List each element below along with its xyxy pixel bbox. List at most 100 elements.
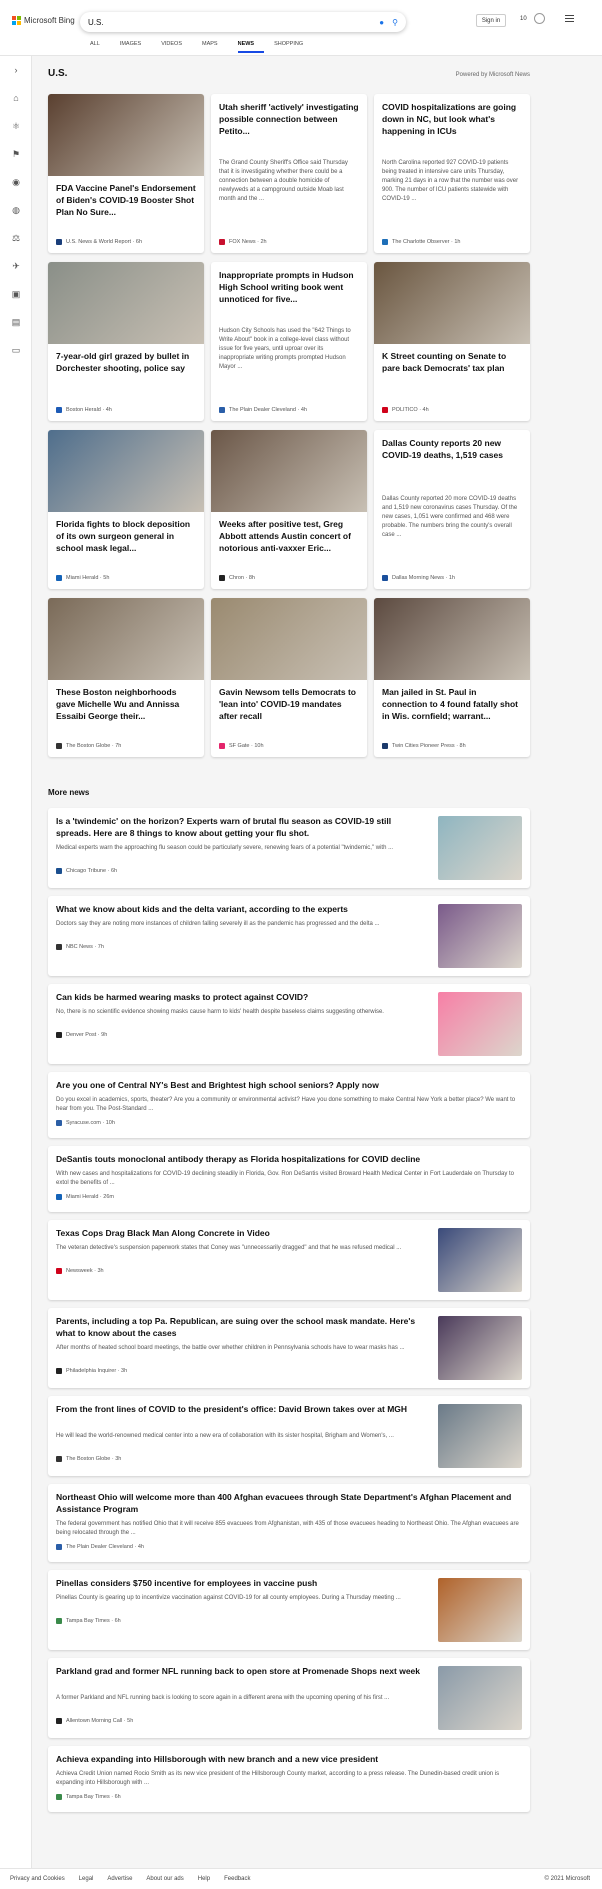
news-card-image[interactable]: [48, 262, 204, 344]
more-news-title[interactable]: What we know about kids and the delta va…: [56, 904, 426, 916]
more-news-title[interactable]: Parkland grad and former NFL running bac…: [56, 1666, 426, 1678]
news-card-title[interactable]: COVID hospitalizations are going down in…: [382, 102, 522, 138]
news-card-source[interactable]: Miami Herald · 5h: [56, 575, 109, 581]
news-card[interactable]: Florida fights to block deposition of it…: [48, 430, 204, 589]
tech-icon[interactable]: ✈: [0, 252, 32, 280]
news-card[interactable]: Weeks after positive test, Greg Abbott a…: [211, 430, 367, 589]
tab-maps[interactable]: MAPS: [202, 41, 228, 53]
more-news-image[interactable]: [438, 1316, 522, 1380]
news-card-image[interactable]: [211, 430, 367, 512]
news-card-source[interactable]: Boston Herald · 4h: [56, 407, 112, 413]
news-card-source[interactable]: POLITICO · 4h: [382, 407, 429, 413]
news-card-source[interactable]: Dallas Morning News · 1h: [382, 575, 455, 581]
news-card-image[interactable]: [48, 430, 204, 512]
search-icon[interactable]: ⚲: [392, 18, 398, 27]
money-icon[interactable]: ▭: [0, 336, 32, 364]
more-news-item[interactable]: Northeast Ohio will welcome more than 40…: [48, 1484, 530, 1562]
tab-all[interactable]: ALL: [90, 41, 110, 53]
tab-videos[interactable]: VIDEOS: [161, 41, 192, 53]
more-news-title[interactable]: Achieva expanding into Hillsborough with…: [56, 1754, 521, 1766]
more-news-image[interactable]: [438, 1666, 522, 1730]
sign-in-button[interactable]: Sign in: [476, 14, 506, 27]
news-card-image[interactable]: [374, 262, 530, 344]
more-news-item[interactable]: Texas Cops Drag Black Man Along Concrete…: [48, 1220, 530, 1300]
search-box[interactable]: U.S. ● ⚲: [80, 12, 406, 32]
news-card-title[interactable]: K Street counting on Senate to pare back…: [382, 351, 522, 375]
more-news-source[interactable]: NBC News · 7h: [56, 944, 104, 950]
footer-link-privacy-and-cookies[interactable]: Privacy and Cookies: [10, 1876, 65, 1882]
more-news-title[interactable]: Is a 'twindemic' on the horizon? Experts…: [56, 816, 426, 840]
search-input[interactable]: U.S.: [88, 18, 371, 27]
menu-icon[interactable]: [565, 15, 574, 24]
more-news-title[interactable]: Are you one of Central NY's Best and Bri…: [56, 1080, 521, 1092]
science-icon[interactable]: ⚛: [0, 112, 32, 140]
more-news-item[interactable]: Is a 'twindemic' on the horizon? Experts…: [48, 808, 530, 888]
news-card-image[interactable]: [48, 94, 204, 176]
rewards-points[interactable]: 10: [520, 16, 527, 22]
tab-news[interactable]: NEWS: [237, 41, 265, 53]
news-card-title[interactable]: Inappropriate prompts in Hudson High Sch…: [219, 270, 359, 306]
more-news-title[interactable]: DeSantis touts monoclonal antibody thera…: [56, 1154, 521, 1166]
news-card-title[interactable]: Dallas County reports 20 new COVID-19 de…: [382, 438, 522, 462]
footer-link-advertise[interactable]: Advertise: [107, 1876, 132, 1882]
more-news-title[interactable]: Northeast Ohio will welcome more than 40…: [56, 1492, 521, 1516]
news-card-title[interactable]: Utah sheriff 'actively' investigating po…: [219, 102, 359, 138]
news-card[interactable]: 7-year-old girl grazed by bullet in Dorc…: [48, 262, 204, 421]
politics-icon[interactable]: ▤: [0, 308, 32, 336]
tab-shopping[interactable]: SHOPPING: [274, 41, 313, 53]
footer-link-feedback[interactable]: Feedback: [224, 1876, 250, 1882]
more-news-image[interactable]: [438, 1578, 522, 1642]
news-card[interactable]: K Street counting on Senate to pare back…: [374, 262, 530, 421]
news-card-source[interactable]: U.S. News & World Report · 6h: [56, 239, 142, 245]
more-news-item[interactable]: Parkland grad and former NFL running bac…: [48, 1658, 530, 1738]
more-news-title[interactable]: Pinellas considers $750 incentive for em…: [56, 1578, 426, 1590]
more-news-image[interactable]: [438, 1404, 522, 1468]
more-news-image[interactable]: [438, 816, 522, 880]
more-news-title[interactable]: Can kids be harmed wearing masks to prot…: [56, 992, 426, 1004]
more-news-item[interactable]: Are you one of Central NY's Best and Bri…: [48, 1072, 530, 1138]
more-news-image[interactable]: [438, 1228, 522, 1292]
more-news-source[interactable]: Miami Herald · 26m: [56, 1194, 114, 1200]
news-card-image[interactable]: [374, 598, 530, 680]
news-card[interactable]: COVID hospitalizations are going down in…: [374, 94, 530, 253]
more-news-title[interactable]: From the front lines of COVID to the pre…: [56, 1404, 426, 1416]
tab-images[interactable]: IMAGES: [120, 41, 151, 53]
expand-icon[interactable]: ›: [0, 56, 32, 84]
news-card-source[interactable]: The Plain Dealer Cleveland · 4h: [219, 407, 307, 413]
more-news-item[interactable]: DeSantis touts monoclonal antibody thera…: [48, 1146, 530, 1212]
more-news-item[interactable]: What we know about kids and the delta va…: [48, 896, 530, 976]
news-card-source[interactable]: The Boston Globe · 7h: [56, 743, 121, 749]
news-card[interactable]: Dallas County reports 20 new COVID-19 de…: [374, 430, 530, 589]
more-news-source[interactable]: Tampa Bay Times · 6h: [56, 1618, 121, 1624]
news-card[interactable]: Gavin Newsom tells Democrats to 'lean in…: [211, 598, 367, 757]
more-news-source[interactable]: The Boston Globe · 3h: [56, 1456, 121, 1462]
home-icon[interactable]: ⌂: [0, 84, 32, 112]
news-card-source[interactable]: SF Gate · 10h: [219, 743, 264, 749]
news-card-title[interactable]: Florida fights to block deposition of it…: [56, 519, 196, 555]
news-card-source[interactable]: Twin Cities Pioneer Press · 8h: [382, 743, 466, 749]
more-news-title[interactable]: Parents, including a top Pa. Republican,…: [56, 1316, 426, 1340]
news-card[interactable]: FDA Vaccine Panel's Endorsement of Biden…: [48, 94, 204, 253]
business-icon[interactable]: ⚖: [0, 224, 32, 252]
news-card-source[interactable]: FOX News · 2h: [219, 239, 267, 245]
more-news-title[interactable]: Texas Cops Drag Black Man Along Concrete…: [56, 1228, 426, 1240]
news-card-title[interactable]: Gavin Newsom tells Democrats to 'lean in…: [219, 687, 359, 723]
more-news-item[interactable]: Achieva expanding into Hillsborough with…: [48, 1746, 530, 1812]
footer-link-legal[interactable]: Legal: [79, 1876, 94, 1882]
more-news-source[interactable]: Philadelphia Inquirer · 3h: [56, 1368, 127, 1374]
news-card-title[interactable]: Man jailed in St. Paul in connection to …: [382, 687, 522, 723]
more-news-source[interactable]: Denver Post · 9h: [56, 1032, 107, 1038]
microphone-icon[interactable]: ●: [379, 18, 384, 27]
news-card-title[interactable]: FDA Vaccine Panel's Endorsement of Biden…: [56, 183, 196, 219]
more-news-image[interactable]: [438, 904, 522, 968]
news-card[interactable]: Man jailed in St. Paul in connection to …: [374, 598, 530, 757]
news-card-title[interactable]: These Boston neighborhoods gave Michelle…: [56, 687, 196, 723]
location-icon[interactable]: ◉: [0, 168, 32, 196]
rewards-trophy-icon[interactable]: [534, 13, 545, 24]
more-news-source[interactable]: Syracuse.com · 10h: [56, 1120, 115, 1126]
more-news-item[interactable]: From the front lines of COVID to the pre…: [48, 1396, 530, 1476]
flag-icon[interactable]: ⚑: [0, 140, 32, 168]
news-card-source[interactable]: Chron · 8h: [219, 575, 255, 581]
bing-logo[interactable]: Microsoft Bing: [12, 16, 75, 25]
more-news-item[interactable]: Can kids be harmed wearing masks to prot…: [48, 984, 530, 1064]
